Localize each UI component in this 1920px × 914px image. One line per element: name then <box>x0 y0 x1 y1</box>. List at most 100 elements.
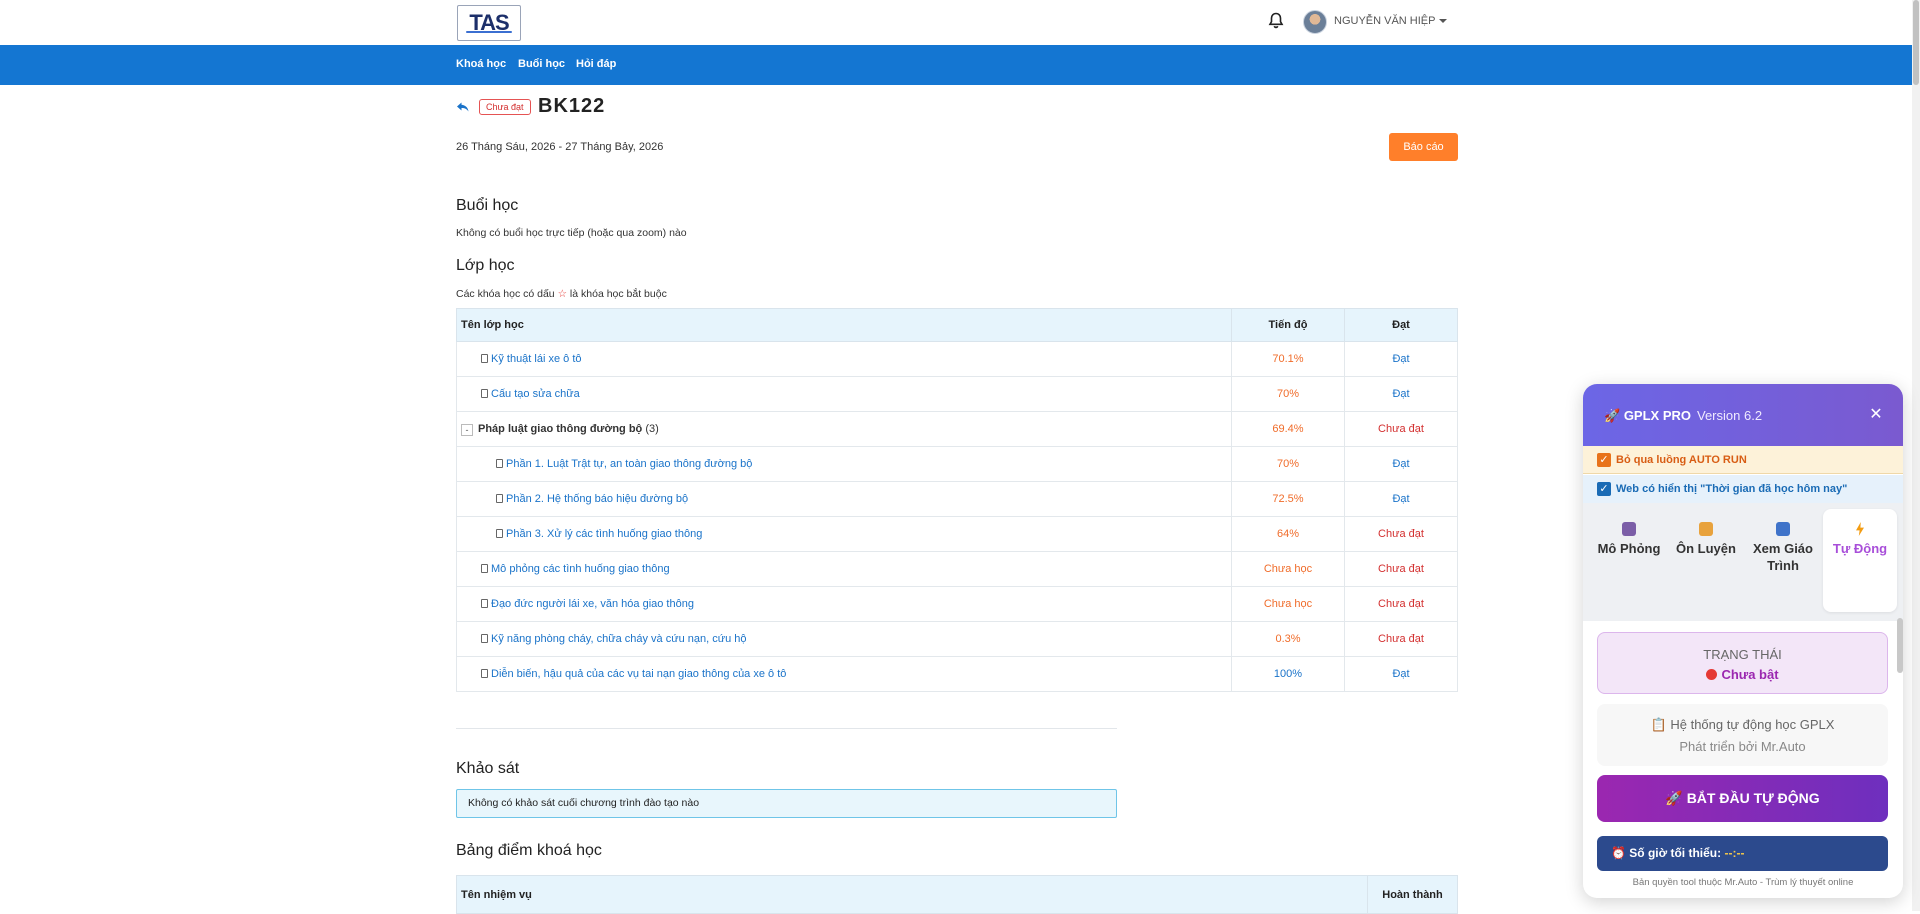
main-nav: Khoá học Buổi học Hỏi đáp <box>0 45 1920 85</box>
collapse-toggle-icon[interactable]: - <box>461 423 473 436</box>
survey-heading: Khảo sát <box>456 760 520 777</box>
min-hours-label: Số giờ tối thiểu: <box>1629 846 1722 860</box>
class-link[interactable]: Mô phỏng các tình huống giao thông <box>491 563 670 575</box>
tab-on-luyen[interactable]: Ôn Luyện <box>1669 509 1743 612</box>
tab-tu-dong[interactable]: Tự Động <box>1823 509 1897 612</box>
document-icon <box>481 599 488 608</box>
tas-logo[interactable]: TAS <box>457 5 521 41</box>
red-dot-icon <box>1706 669 1718 680</box>
class-result: Chưa đạt <box>1344 411 1458 447</box>
survey-empty-alert: Không có khảo sát cuối chương trình đào … <box>456 789 1117 818</box>
class-progress: 100% <box>1231 656 1345 692</box>
option-show-time[interactable]: ✓ Web có hiển thị "Thời gian đã học hôm … <box>1583 475 1903 503</box>
class-progress: 69.4% <box>1231 411 1345 447</box>
document-icon <box>481 389 488 398</box>
info-box: 📋 Hệ thống tự động học GPLX Phát triển b… <box>1597 704 1888 766</box>
document-icon <box>496 529 503 538</box>
info-line1-text: Hệ thống tự động học GPLX <box>1670 717 1835 732</box>
tab-mo-phong[interactable]: Mô Phỏng <box>1592 509 1666 612</box>
class-progress: Chưa học <box>1231 586 1345 622</box>
option-show-time-label: Web có hiển thị "Thời gian đã học hôm na… <box>1616 483 1848 495</box>
document-icon <box>481 669 488 678</box>
sessions-heading: Buổi học <box>456 197 519 214</box>
col-completed: Hoàn thành <box>1367 875 1458 914</box>
class-result: Đạt <box>1344 481 1458 517</box>
page-title: BK122 <box>538 95 606 117</box>
nav-courses[interactable]: Khoá học <box>456 58 506 70</box>
class-link[interactable]: Đạo đức người lái xe, văn hóa giao thông <box>491 598 694 610</box>
col-class-name: Tên lớp học <box>456 308 1232 342</box>
rocket-icon: 🚀 <box>1604 408 1624 423</box>
page-scroll-thumb[interactable] <box>1913 0 1919 85</box>
avatar[interactable] <box>1303 10 1327 34</box>
class-progress: 70% <box>1231 376 1345 412</box>
status-label: TRẠNG THÁI <box>1703 647 1782 662</box>
status-value: Chưa bật <box>1598 667 1887 682</box>
sessions-empty-text: Không có buổi học trực tiếp (hoặc qua zo… <box>456 227 687 239</box>
table-row: Mô phỏng các tình huống giao thông Chưa … <box>456 551 1458 587</box>
report-button[interactable]: Báo cáo <box>1389 133 1458 161</box>
tab-label: Mô Phỏng <box>1597 541 1661 556</box>
class-result: Đạt <box>1344 446 1458 482</box>
class-result: Chưa đạt <box>1344 516 1458 552</box>
classes-note-before: Các khóa học có dấu <box>456 288 555 300</box>
class-result: Chưa đạt <box>1344 621 1458 657</box>
table-row: Phần 1. Luật Trật tự, an toàn giao thông… <box>456 446 1458 482</box>
table-row: Cấu tạo sửa chữa 70% Đạt <box>456 376 1458 412</box>
tab-label: Tự Động <box>1832 541 1888 556</box>
page-scrollbar[interactable] <box>1912 0 1920 911</box>
class-progress: 72.5% <box>1231 481 1345 517</box>
table-header-row: Tên lớp học Tiến độ Đạt <box>456 308 1458 342</box>
start-auto-button[interactable]: 🚀 BẮT ĐẦU TỰ ĐỘNG <box>1597 775 1888 822</box>
class-link[interactable]: Kỹ thuật lái xe ô tô <box>491 353 582 365</box>
class-link[interactable]: Cấu tạo sửa chữa <box>491 388 580 400</box>
panel-title-text: GPLX PRO <box>1623 408 1691 423</box>
rocket-icon: 🚀 <box>1665 790 1687 806</box>
status-box: TRẠNG THÁI Chưa bật <box>1597 632 1888 694</box>
class-link[interactable]: Phần 3. Xử lý các tình huống giao thông <box>506 528 702 540</box>
panel-scrollbar[interactable] <box>1897 618 1903 673</box>
nav-sessions[interactable]: Buổi học <box>518 58 565 70</box>
bell-icon[interactable] <box>1268 12 1284 30</box>
nav-qa[interactable]: Hỏi đáp <box>576 58 616 70</box>
class-link[interactable]: Phần 2. Hệ thống báo hiệu đường bộ <box>506 493 688 505</box>
book-icon <box>1776 522 1790 536</box>
class-progress: 64% <box>1231 516 1345 552</box>
tab-label: Ôn Luyện <box>1676 541 1736 556</box>
option-skip-autorun[interactable]: ✓ Bỏ qua luồng AUTO RUN <box>1583 446 1903 474</box>
class-result: Chưa đạt <box>1344 586 1458 622</box>
tab-label: Xem Giáo Trình <box>1753 541 1813 573</box>
col-progress: Tiến độ <box>1231 308 1345 342</box>
class-link[interactable]: Diễn biến, hậu quả của các vụ tai nạn gi… <box>491 668 786 680</box>
lightning-icon <box>1856 522 1864 536</box>
status-badge: Chưa đạt <box>479 99 531 115</box>
class-result: Đạt <box>1344 341 1458 377</box>
info-line2: Phát triển bởi Mr.Auto <box>1679 739 1806 754</box>
panel-title: 🚀 GPLX PRO <box>1604 408 1691 424</box>
panel-version: Version 6.2 <box>1697 408 1763 423</box>
table-row: Đạo đức người lái xe, văn hóa giao thông… <box>456 586 1458 622</box>
min-hours-bar: ⏰ Số giờ tối thiểu: --:-- <box>1597 836 1888 871</box>
scores-heading: Bảng điểm khoá học <box>456 842 602 859</box>
document-icon <box>481 354 488 363</box>
min-hours-value: --:-- <box>1724 846 1745 860</box>
class-result: Đạt <box>1344 376 1458 412</box>
clipboard-icon: 📋 <box>1650 717 1671 732</box>
back-arrow-icon[interactable] <box>455 99 471 115</box>
class-link[interactable]: Kỹ năng phòng cháy, chữa cháy và cứu nạn… <box>491 633 747 645</box>
tab-xem-giao-trinh[interactable]: Xem Giáo Trình <box>1746 509 1820 612</box>
user-menu[interactable]: NGUYỄN VĂN HIỆP <box>1334 15 1447 27</box>
table-row: Diễn biến, hậu quả của các vụ tai nạn gi… <box>456 656 1458 692</box>
class-link[interactable]: Phần 1. Luật Trật tự, an toàn giao thông… <box>506 458 752 470</box>
class-progress: 70.1% <box>1231 341 1345 377</box>
star-icon: ☆ <box>557 288 567 300</box>
checkbox-checked-icon[interactable]: ✓ <box>1597 453 1611 467</box>
document-icon <box>481 564 488 573</box>
section-divider <box>456 728 1117 729</box>
top-bar: TAS NGUYỄN VĂN HIỆP <box>0 0 1920 45</box>
close-icon[interactable]: ✕ <box>1866 405 1886 425</box>
start-auto-label: BẮT ĐẦU TỰ ĐỘNG <box>1686 790 1820 806</box>
classes-heading: Lớp học <box>456 257 515 274</box>
classes-note: Các khóa học có dấu ☆ là khóa học bắt bu… <box>456 288 667 300</box>
checkbox-checked-icon[interactable]: ✓ <box>1597 482 1611 496</box>
